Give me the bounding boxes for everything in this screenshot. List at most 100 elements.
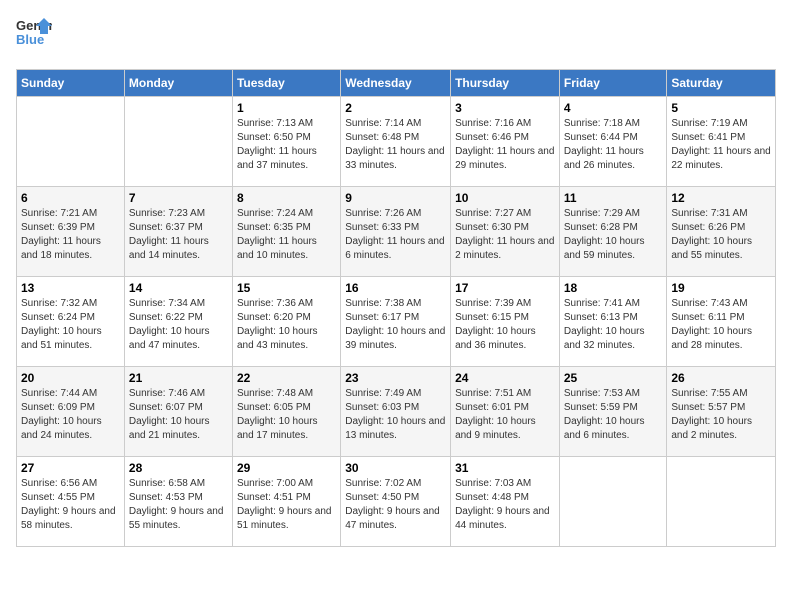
- day-info: Sunrise: 7:27 AM: [455, 207, 555, 221]
- day-info: Sunrise: 7:36 AM: [237, 297, 336, 311]
- calendar-cell: [667, 457, 776, 547]
- day-info: Daylight: 9 hours and 44 minutes.: [455, 505, 555, 533]
- calendar-cell: 15 Sunrise: 7:36 AMSunset: 6:20 PMDayligh…: [232, 277, 340, 367]
- day-info: Sunset: 6:05 PM: [237, 401, 336, 415]
- day-info: Sunset: 6:03 PM: [345, 401, 446, 415]
- weekday-header: Wednesday: [341, 70, 451, 97]
- calendar-cell: 1Sunrise: 7:13 AMSunset: 6:50 PMDaylight…: [232, 97, 340, 187]
- day-info: Sunrise: 7:38 AM: [345, 297, 446, 311]
- day-info: Sunset: 6:39 PM: [21, 221, 120, 235]
- calendar-cell: 4Sunrise: 7:18 AMSunset: 6:44 PMDaylight…: [559, 97, 667, 187]
- day-number: 12: [671, 191, 771, 205]
- day-info: Daylight: 10 hours and 21 minutes.: [129, 415, 228, 443]
- day-info: Sunset: 6:41 PM: [671, 131, 771, 145]
- logo-graphic: General Blue: [16, 16, 52, 57]
- day-info: Sunset: 6:17 PM: [345, 311, 446, 325]
- day-info: Sunset: 6:09 PM: [21, 401, 120, 415]
- day-info: Sunrise: 7:24 AM: [237, 207, 336, 221]
- day-info: Sunset: 4:50 PM: [345, 491, 446, 505]
- weekday-header: Sunday: [17, 70, 125, 97]
- weekday-header: Saturday: [667, 70, 776, 97]
- day-info: Sunrise: 7:49 AM: [345, 387, 446, 401]
- day-info: Daylight: 11 hours and 6 minutes.: [345, 235, 446, 263]
- calendar-cell: 18Sunrise: 7:41 AMSunset: 6:13 PMDayligh…: [559, 277, 667, 367]
- day-info: Sunrise: 7:29 AM: [564, 207, 663, 221]
- calendar-week-row: 6 Sunrise: 7:21 AMSunset: 6:39 PM Daylight…: [17, 187, 776, 277]
- day-info: Daylight: 10 hours and 39 minutes.: [345, 325, 446, 353]
- day-info: Daylight: 10 hours and 28 minutes.: [671, 325, 771, 353]
- day-number: 17: [455, 281, 555, 295]
- day-info: Daylight: 10 hours and 32 minutes.: [564, 325, 663, 353]
- day-info: Sunrise: 7:02 AM: [345, 477, 446, 491]
- calendar-cell: 26Sunrise: 7:55 AMSunset: 5:57 PMDayligh…: [667, 367, 776, 457]
- day-info: Sunset: 4:55 PM: [21, 491, 120, 505]
- calendar-cell: 21Sunrise: 7:46 AMSunset: 6:07 PMDayligh…: [124, 367, 232, 457]
- day-info: Sunset: 6:15 PM: [455, 311, 555, 325]
- day-info: Sunset: 4:48 PM: [455, 491, 555, 505]
- day-number: 6: [21, 191, 120, 205]
- day-info: Daylight: 10 hours and 36 minutes.: [455, 325, 555, 353]
- day-info: Sunrise: 7:03 AM: [455, 477, 555, 491]
- calendar-cell: 23Sunrise: 7:49 AMSunset: 6:03 PMDayligh…: [341, 367, 451, 457]
- calendar-cell: 20Sunrise: 7:44 AMSunset: 6:09 PMDayligh…: [17, 367, 125, 457]
- day-info: Sunset: 6:50 PM: [237, 131, 336, 145]
- weekday-header: Thursday: [451, 70, 560, 97]
- day-info: Daylight: 10 hours and 59 minutes.: [564, 235, 663, 263]
- calendar-cell: 12Sunrise: 7:31 AMSunset: 6:26 PMDayligh…: [667, 187, 776, 277]
- day-number: 5: [671, 101, 771, 115]
- calendar-cell: 3Sunrise: 7:16 AMSunset: 6:46 PMDaylight…: [451, 97, 560, 187]
- day-info: Sunrise: 7:21 AM: [21, 207, 120, 221]
- day-number: 31: [455, 461, 555, 475]
- day-info: Sunset: 6:35 PM: [237, 221, 336, 235]
- day-info: Daylight: 9 hours and 58 minutes.: [21, 505, 120, 533]
- day-info: Sunset: 6:46 PM: [455, 131, 555, 145]
- day-number: 15: [237, 281, 336, 295]
- day-info: Daylight: 11 hours and 29 minutes.: [455, 145, 555, 173]
- day-info: Daylight: 11 hours and 2 minutes.: [455, 235, 555, 263]
- day-info: Daylight: 10 hours and 43 minutes.: [237, 325, 336, 353]
- day-info: Daylight: 10 hours and 51 minutes.: [21, 325, 120, 353]
- calendar-cell: 14Sunrise: 7:34 AMSunset: 6:22 PMDayligh…: [124, 277, 232, 367]
- day-info: Sunset: 6:48 PM: [345, 131, 446, 145]
- day-info: Sunrise: 7:14 AM: [345, 117, 446, 131]
- day-number: 24: [455, 371, 555, 385]
- day-info: Sunset: 4:53 PM: [129, 491, 228, 505]
- logo: General Blue: [16, 16, 52, 57]
- day-info: Sunset: 6:11 PM: [671, 311, 771, 325]
- day-info: Daylight: 10 hours and 9 minutes.: [455, 415, 555, 443]
- day-info: Sunrise: 7:31 AM: [671, 207, 771, 221]
- day-info: Sunrise: 7:16 AM: [455, 117, 555, 131]
- day-number: 13: [21, 281, 120, 295]
- day-info: Sunrise: 7:19 AM: [671, 117, 771, 131]
- calendar-cell: 28Sunrise: 6:58 AMSunset: 4:53 PMDayligh…: [124, 457, 232, 547]
- day-info: Daylight: 10 hours and 55 minutes.: [671, 235, 771, 263]
- day-number: 21: [129, 371, 228, 385]
- calendar-week-row: 20Sunrise: 7:44 AMSunset: 6:09 PMDayligh…: [17, 367, 776, 457]
- calendar-week-row: 27Sunrise: 6:56 AMSunset: 4:55 PMDayligh…: [17, 457, 776, 547]
- day-info: Sunset: 5:57 PM: [671, 401, 771, 415]
- day-info: Daylight: 9 hours and 51 minutes.: [237, 505, 336, 533]
- day-info: Sunrise: 7:44 AM: [21, 387, 120, 401]
- day-info: Sunrise: 7:51 AM: [455, 387, 555, 401]
- day-info: Sunrise: 7:43 AM: [671, 297, 771, 311]
- day-info: Daylight: 10 hours and 13 minutes.: [345, 415, 446, 443]
- day-info: Daylight: 10 hours and 17 minutes.: [237, 415, 336, 443]
- weekday-header: Tuesday: [232, 70, 340, 97]
- day-info: Sunset: 6:20 PM: [237, 311, 336, 325]
- calendar-cell: 27Sunrise: 6:56 AMSunset: 4:55 PMDayligh…: [17, 457, 125, 547]
- svg-text:Blue: Blue: [16, 32, 44, 47]
- day-number: 19: [671, 281, 771, 295]
- day-info: Daylight: 11 hours and 33 minutes.: [345, 145, 446, 173]
- calendar-cell: 10Sunrise: 7:27 AMSunset: 6:30 PMDayligh…: [451, 187, 560, 277]
- day-info: Sunset: 6:22 PM: [129, 311, 228, 325]
- calendar-cell: [124, 97, 232, 187]
- day-info: Daylight: 11 hours and 10 minutes.: [237, 235, 336, 263]
- day-info: Sunrise: 7:18 AM: [564, 117, 663, 131]
- day-number: 27: [21, 461, 120, 475]
- calendar-week-row: 1Sunrise: 7:13 AMSunset: 6:50 PMDaylight…: [17, 97, 776, 187]
- day-number: 25: [564, 371, 663, 385]
- calendar-cell: 7Sunrise: 7:23 AMSunset: 6:37 PMDaylight…: [124, 187, 232, 277]
- day-number: 2: [345, 101, 446, 115]
- day-info: Sunset: 6:30 PM: [455, 221, 555, 235]
- day-number: 4: [564, 101, 663, 115]
